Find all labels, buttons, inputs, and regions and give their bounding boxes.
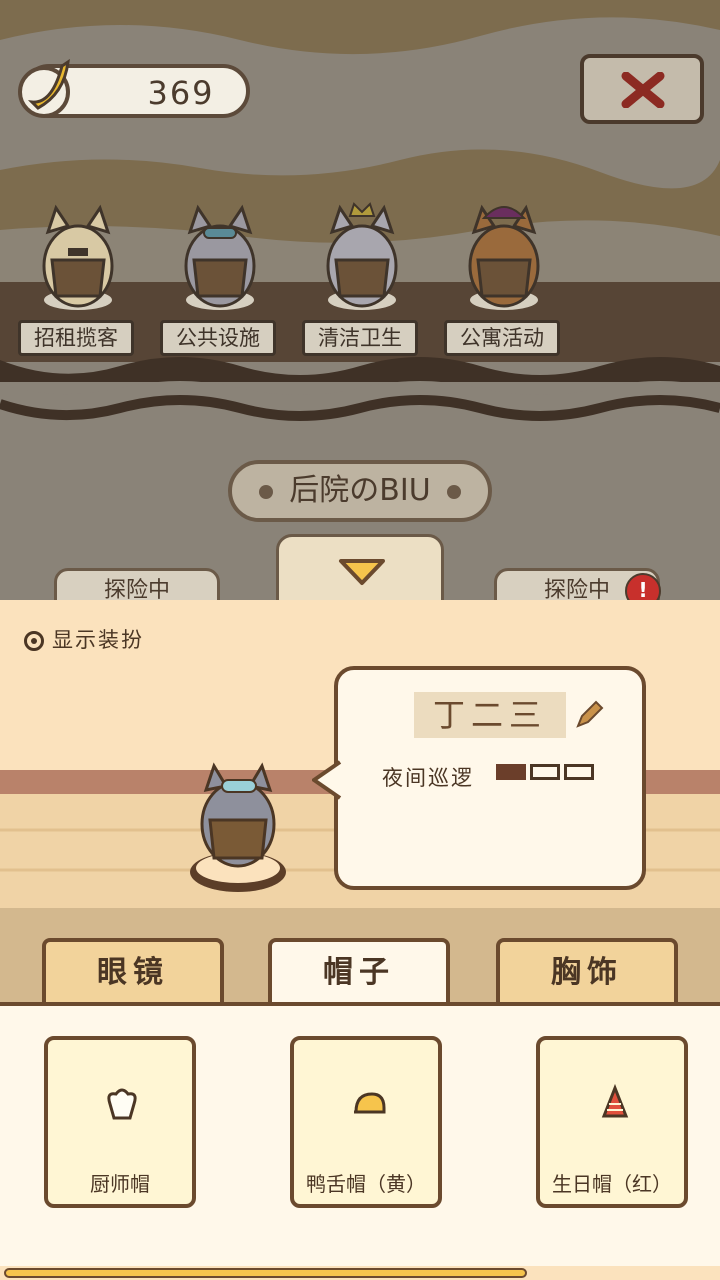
banana-counter: 369 (18, 58, 250, 118)
bubble-tail (312, 760, 342, 800)
item-name: 厨师帽 (90, 1172, 150, 1196)
area-title-text: 后院のBIU (289, 473, 431, 508)
radio-icon (24, 631, 44, 651)
costume-panel: 显示装扮 丁二三 夜间巡逻 眼镜 帽子 胸饰 厨师帽 鸭舌帽（黄） 生日帽（红） (0, 600, 720, 1280)
role-label-facilities[interactable]: 公共设施 (160, 320, 276, 356)
cat-avatar (326, 202, 398, 310)
skill-pip-empty (530, 764, 560, 780)
close-icon (621, 72, 665, 108)
tab-hats[interactable]: 帽子 (268, 938, 450, 1010)
role-label-cleaning[interactable]: 清洁卫生 (302, 320, 418, 356)
area-title: 后院のBIU (228, 460, 492, 522)
explore-status-right[interactable]: 探险中 ! (494, 568, 661, 600)
alert-icon: ! (625, 573, 661, 600)
tab-glasses[interactable]: 眼镜 (42, 938, 224, 1008)
skill-pip-filled (496, 764, 526, 780)
item-name: 鸭舌帽（黄） (306, 1172, 426, 1196)
cat-info-bubble: 丁二三 夜间巡逻 (312, 666, 646, 890)
cat-name: 丁二三 (414, 692, 566, 738)
scroll-progress-bar[interactable] (4, 1268, 527, 1278)
dot-icon (259, 484, 274, 499)
show-costume-label: 显示装扮 (52, 628, 144, 652)
item-name: 生日帽（红） (552, 1172, 672, 1196)
selected-cat-avatar[interactable] (180, 760, 300, 900)
apartment-scene: 369 招租揽客 公共设施 清洁卫生 公寓活动 后院のBIU 探险中 探险中 ! (0, 0, 720, 600)
cat-avatar (42, 204, 114, 310)
skill-pip-empty (564, 764, 594, 780)
cat-avatar (184, 204, 256, 310)
yellow-cap-icon (354, 1092, 386, 1114)
item-chef-hat[interactable]: 厨师帽 (44, 1036, 196, 1208)
skill-level-pips (496, 764, 598, 784)
explore-status-right-label: 探险中 (543, 578, 610, 600)
banana-icon (18, 58, 70, 118)
tab-brooches[interactable]: 胸饰 (496, 938, 678, 1008)
role-label-recruit[interactable]: 招租揽客 (18, 320, 134, 356)
dot-icon (446, 484, 461, 499)
pencil-icon[interactable] (574, 700, 604, 730)
cat-skill: 夜间巡逻 (382, 766, 474, 790)
collapse-panel-toggle[interactable] (276, 534, 444, 600)
chevron-down-icon (339, 559, 385, 585)
cat-avatar (468, 204, 540, 310)
role-label-activities[interactable]: 公寓活动 (444, 320, 560, 356)
close-button[interactable] (580, 54, 704, 124)
red-party-hat-icon (601, 1084, 629, 1118)
banana-count: 369 (147, 74, 215, 112)
explore-status-left[interactable]: 探险中 (54, 568, 220, 600)
show-costume-toggle[interactable]: 显示装扮 (24, 624, 144, 654)
item-red-party-hat[interactable]: 生日帽（红） (536, 1036, 688, 1208)
chef-hat-icon (107, 1088, 137, 1120)
item-yellow-cap[interactable]: 鸭舌帽（黄） (290, 1036, 442, 1208)
